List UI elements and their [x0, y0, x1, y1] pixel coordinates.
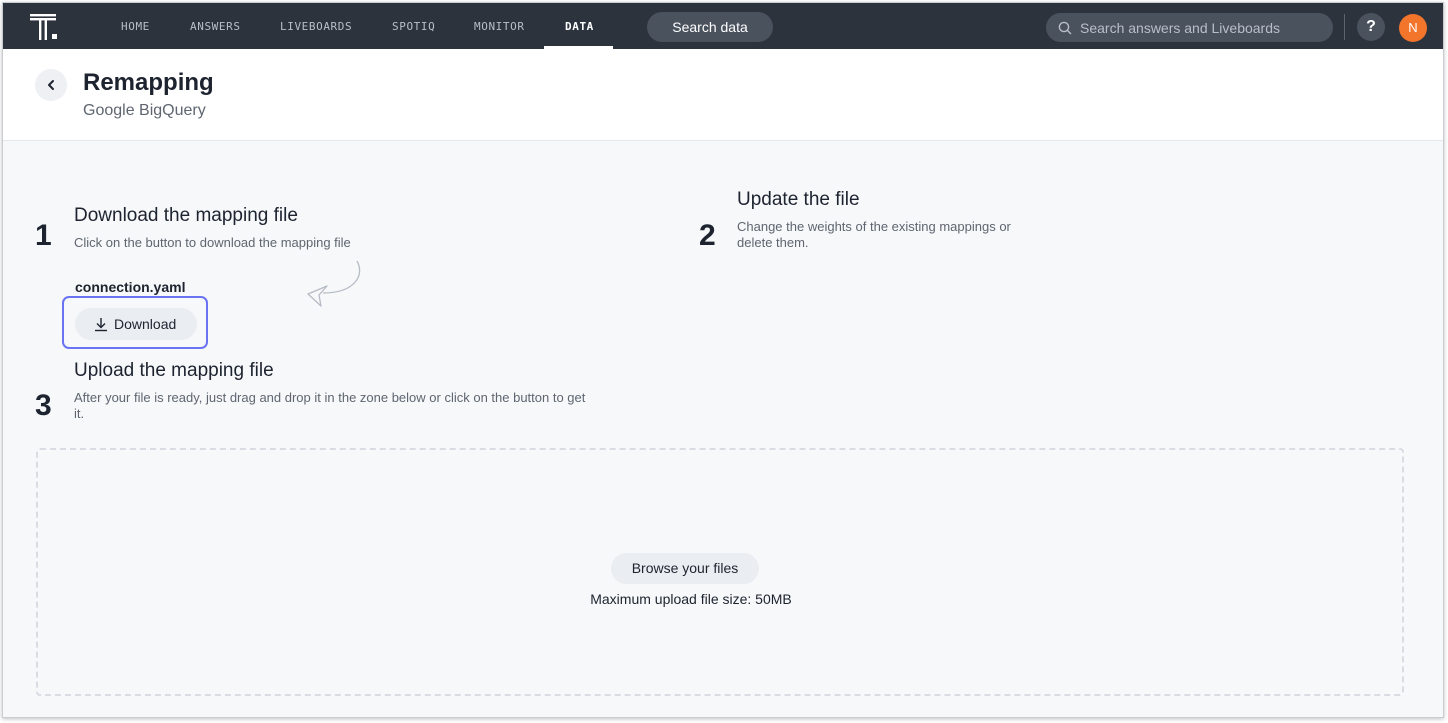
avatar[interactable]: N	[1399, 14, 1427, 42]
step-3-title: Upload the mapping file	[74, 360, 274, 381]
nav-divider	[1344, 14, 1345, 40]
search-icon	[1058, 21, 1072, 35]
max-upload-size-text: Maximum upload file size: 50MB	[590, 591, 792, 607]
global-search[interactable]	[1046, 13, 1333, 42]
browse-files-button[interactable]: Browse your files	[611, 553, 759, 584]
step-2-description: Change the weights of the existing mappi…	[737, 219, 1011, 250]
mapping-file-name: connection.yaml	[75, 279, 186, 295]
step-1-number: 1	[35, 219, 52, 252]
step-2-title: Update the file	[737, 189, 860, 210]
nav-home[interactable]: HOME	[121, 3, 150, 49]
download-icon	[95, 318, 107, 332]
nav-data[interactable]: DATA	[565, 3, 594, 49]
top-nav: HOME ANSWERS LIVEBOARDS SPOTIQ MONITOR D…	[3, 3, 1443, 49]
nav-spotiq[interactable]: SPOTIQ	[392, 3, 435, 49]
app-window: HOME ANSWERS LIVEBOARDS SPOTIQ MONITOR D…	[2, 2, 1444, 718]
step-1-title: Download the mapping file	[74, 205, 298, 226]
page-subtitle: Google BigQuery	[83, 102, 206, 119]
nav-answers[interactable]: ANSWERS	[190, 3, 241, 49]
help-button[interactable]: ?	[1357, 13, 1385, 41]
download-button-label: Download	[114, 316, 177, 332]
search-data-button[interactable]: Search data	[647, 12, 773, 42]
nav-liveboards[interactable]: LIVEBOARDS	[280, 3, 352, 49]
chevron-left-icon	[48, 80, 54, 90]
thoughtspot-logo[interactable]	[29, 12, 59, 42]
step-2-number: 2	[699, 219, 716, 252]
download-button[interactable]: Download	[75, 308, 197, 340]
nav-monitor[interactable]: MONITOR	[474, 3, 525, 49]
step-1-description: Click on the button to download the mapp…	[74, 235, 351, 250]
step-3-description: After your file is ready, just drag and …	[74, 390, 586, 421]
curved-arrow-icon	[307, 260, 361, 307]
global-search-input[interactable]	[1080, 13, 1325, 42]
back-button[interactable]	[35, 69, 67, 101]
step-3-number: 3	[35, 389, 52, 422]
page-header: Remapping Google BigQuery	[3, 49, 1443, 141]
page-title: Remapping	[83, 69, 214, 96]
